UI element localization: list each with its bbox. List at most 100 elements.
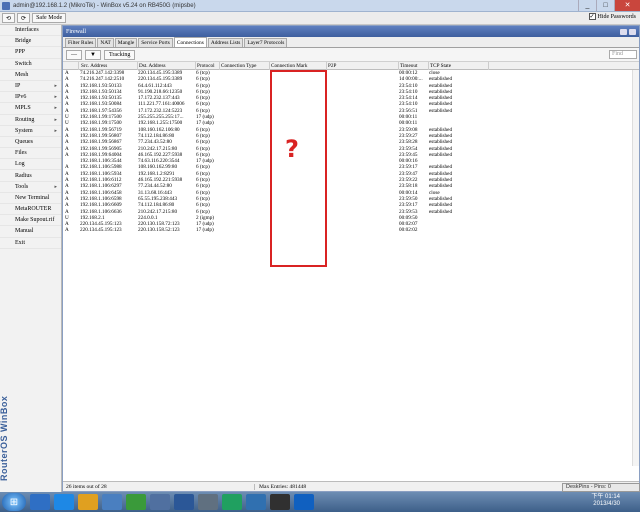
tab-connections[interactable]: Connections	[173, 37, 207, 47]
window-titlebar: admin@192.168.1.2 (MikroTik) - WinBox v5…	[0, 0, 640, 12]
sidebar-item-manual[interactable]: Manual	[0, 226, 61, 238]
sidebar-item-label: MetaROUTER	[15, 206, 52, 213]
submenu-arrow-icon: ▸	[54, 117, 57, 123]
sidebar-item-interfaces[interactable]: Interfaces	[0, 25, 61, 37]
word-icon[interactable]	[174, 494, 194, 510]
hide-passwords: ✓ Hide Passwords	[588, 13, 637, 20]
sidebar-item-make-supout-rif[interactable]: Make Supout.rif	[0, 215, 61, 227]
submenu-arrow-icon: ▸	[54, 84, 57, 90]
column-header[interactable]: P2P	[327, 62, 399, 70]
column-header[interactable]: Connection Type	[220, 62, 270, 70]
table-row[interactable]: A 220.134.45.195:123 220.130.158.52:123 17 …	[63, 227, 639, 233]
winbox-taskbar-icon[interactable]	[294, 494, 314, 510]
column-header[interactable]: Connection Mark	[270, 62, 327, 70]
firewall-close-icon[interactable]	[629, 28, 636, 35]
submenu-arrow-icon: ▸	[54, 95, 57, 101]
redo-button[interactable]: ⟳	[17, 13, 31, 23]
tab-filter-rules[interactable]: Filter Rules	[65, 38, 97, 47]
window-controls: _ □ ✕	[578, 0, 640, 12]
firewall-titlebar: Firewall	[63, 26, 639, 37]
sidebar-item-exit[interactable]: Exit	[0, 238, 61, 249]
sidebar-item-system[interactable]: System ▸	[0, 126, 61, 137]
sidebar-item-queues[interactable]: Queues	[0, 137, 61, 149]
tracking-button[interactable]: Tracking	[103, 49, 136, 60]
column-header[interactable]: Protocol	[196, 62, 220, 70]
connections-toolbar: — ▼ Tracking Find	[63, 48, 639, 62]
tab-address-lists[interactable]: Address Lists	[207, 38, 244, 47]
clock[interactable]: 下午 01:14 2013/4/30	[591, 494, 620, 508]
sidebar-item-new-terminal[interactable]: New Terminal	[0, 193, 61, 204]
sidebar-item-log[interactable]: Log	[0, 159, 61, 171]
folder-icon[interactable]	[102, 494, 122, 510]
sidebar-item-radius[interactable]: Radius	[0, 170, 61, 182]
clock-time: 下午 01:14	[591, 494, 620, 500]
ie-icon[interactable]	[54, 494, 74, 510]
sidebar-item-ppp[interactable]: PPP	[0, 47, 61, 59]
hide-passwords-label: Hide Passwords	[597, 13, 637, 20]
sidebar-item-switch[interactable]: Switch	[0, 59, 61, 70]
hide-passwords-checkbox[interactable]: ✓	[588, 13, 596, 20]
sidebar-item-bridge[interactable]: Bridge	[0, 36, 61, 48]
table-header: Src. Address Dst. Address Protocol Connecti…	[63, 62, 639, 70]
status-item-count: 26 items out of 28	[63, 483, 255, 490]
safe-mode-button[interactable]: Safe Mode	[32, 13, 67, 23]
firewall-window-controls	[620, 28, 639, 35]
table-cell: 00:02:02	[399, 227, 418, 234]
sidebar-item-routing[interactable]: Routing ▸	[0, 115, 61, 126]
sidebar-item-metarouter[interactable]: MetaROUTER	[0, 204, 61, 216]
sidebar-item-label: Routing	[15, 116, 35, 123]
close-button[interactable]: ✕	[614, 0, 640, 11]
app-icon[interactable]	[150, 494, 170, 510]
firewall-title: Firewall	[66, 28, 86, 35]
clover-icon[interactable]	[126, 494, 146, 510]
excel-icon[interactable]	[222, 494, 242, 510]
maximize-button[interactable]: □	[596, 0, 614, 11]
sidebar-item-label: Radius	[15, 172, 32, 179]
tab-mangle[interactable]: Mangle	[114, 38, 138, 47]
sidebar-item-tools[interactable]: Tools ▸	[0, 182, 61, 193]
tab-service-ports[interactable]: Service Ports	[138, 38, 173, 47]
sidebar-item-label: Manual	[15, 228, 34, 235]
calculator-icon[interactable]	[198, 494, 218, 510]
filter-icon[interactable]: ▼	[85, 49, 101, 60]
start-button[interactable]: ⊞	[2, 493, 26, 511]
column-header[interactable]: Timeout	[399, 62, 429, 70]
sidebar-item-mpls[interactable]: MPLS ▸	[0, 103, 61, 115]
minimize-button[interactable]: _	[578, 0, 596, 11]
question-mark-annotation: ?	[285, 135, 299, 163]
sidebar-item-label: Queues	[15, 138, 33, 145]
sidebar-item-files[interactable]: Files	[0, 148, 61, 160]
column-header[interactable]: Dst. Address	[138, 62, 196, 70]
status-bar: 26 items out of 28 Max Entries: 481448	[63, 481, 639, 491]
undo-button[interactable]: ⟲	[2, 13, 16, 23]
sidebar-item-mesh[interactable]: Mesh	[0, 70, 61, 81]
remove-button[interactable]: —	[66, 49, 82, 60]
sidebar-item-label: New Terminal	[15, 194, 50, 201]
sidebar-item-label: System	[15, 127, 33, 134]
find-input[interactable]: Find	[609, 50, 637, 59]
column-header[interactable]: TCP State	[429, 62, 489, 70]
sidebar-item-label: Switch	[15, 60, 32, 67]
explorer-icon[interactable]	[30, 494, 50, 510]
tab-nat[interactable]: NAT	[97, 38, 114, 47]
firewall-window: Firewall Filter Rules NAT Mangle Service Po…	[62, 25, 640, 492]
sidebar-item-label: PPP	[15, 49, 26, 56]
sidebar-item-ipv6[interactable]: IPv6 ▸	[0, 92, 61, 104]
terminal-icon[interactable]	[270, 494, 290, 510]
sidebar-item-label: Log	[15, 161, 25, 168]
tab-layer7-protocols[interactable]: Layer7 Protocols	[244, 38, 288, 47]
chrome-icon[interactable]	[78, 494, 98, 510]
highlight-box	[270, 70, 327, 267]
sidebar-item-label: Tools	[15, 183, 29, 190]
sidebar-item-label: Bridge	[15, 38, 32, 45]
sidebar-item-label: Files	[15, 150, 27, 157]
sidebar-item-ip[interactable]: IP ▸	[0, 81, 61, 93]
column-header[interactable]	[65, 62, 79, 70]
toolbar: ⟲ ⟳ Safe Mode ✓ Hide Passwords	[0, 12, 640, 25]
firewall-tabs: Filter Rules NAT Mangle Service Ports Connec…	[63, 37, 639, 48]
connections-table: Src. Address Dst. Address Protocol Connecti…	[63, 62, 639, 466]
firewall-maximize-icon[interactable]	[620, 28, 627, 35]
sidebar: Interfaces Bridge PPP Switch Mesh IP ▸ IPv6 ▸ MPL…	[0, 25, 62, 492]
network-icon[interactable]	[246, 494, 266, 510]
column-header[interactable]: Src. Address	[80, 62, 138, 70]
